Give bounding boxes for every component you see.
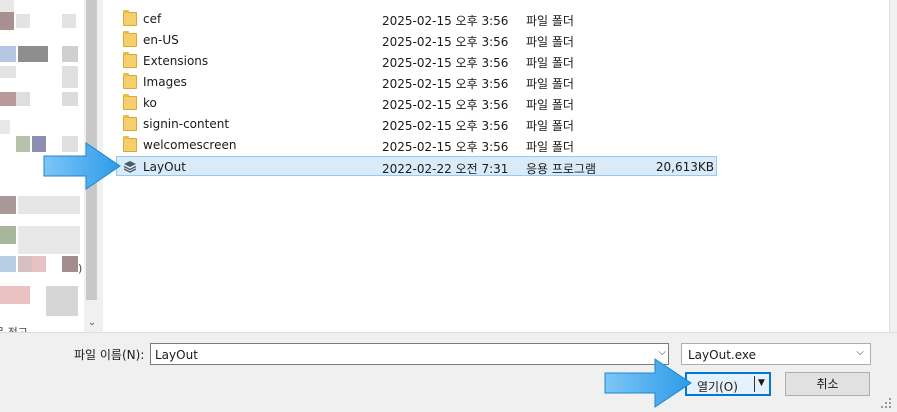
file-date: 2025-02-15 오후 3:56 [382,98,509,112]
file-date: 2022-02-22 오전 7:31 [382,162,509,176]
file-name: ko [143,96,157,110]
file-date: 2025-02-15 오후 3:56 [382,56,509,70]
blurred-nav-item [18,226,80,254]
blurred-nav-item [16,14,30,28]
folder-icon [123,136,137,152]
file-name: signin-content [143,117,230,131]
chevron-down-icon[interactable]: ⌵ [856,347,864,358]
folder-icon [123,115,137,131]
file-type: 파일 폴더 [526,98,574,112]
file-row-welcomescreen[interactable]: welcomescreen 2025-02-15 오후 3:56 파일 폴더 [117,135,717,155]
blurred-nav-item [46,286,78,316]
file-date: 2025-02-15 오후 3:56 [382,14,509,28]
blurred-nav-item [0,226,16,244]
file-type: 파일 폴더 [526,56,574,70]
nav-text-fragment: 문 정고 [0,324,28,332]
file-name: en-US [143,33,179,47]
file-row-extensions[interactable]: Extensions 2025-02-15 오후 3:56 파일 폴더 [117,51,717,71]
folder-icon [123,10,137,26]
scroll-down-arrow-icon[interactable]: ⌄ [84,314,100,332]
file-row-en-us[interactable]: en-US 2025-02-15 오후 3:56 파일 폴더 [117,30,717,50]
blurred-nav-item [32,256,46,272]
file-type: 파일 폴더 [526,14,574,28]
blurred-nav-item [16,136,30,152]
file-row-signin-content[interactable]: signin-content 2025-02-15 오후 3:56 파일 폴더 [117,114,717,134]
blurred-nav-item [0,286,30,304]
blurred-nav-item [16,92,30,106]
file-row-layout[interactable]: LayOut 2022-02-22 오전 7:31 응용 프로그램 20,613… [116,156,717,176]
file-row-ko[interactable]: ko 2025-02-15 오후 3:56 파일 폴더 [117,93,717,113]
blurred-nav-item [0,92,16,106]
file-list[interactable]: cef 2025-02-15 오후 3:56 파일 폴더 en-US 2025-… [103,0,889,332]
blurred-nav-item [62,46,78,62]
file-type: 응용 프로그램 [526,162,597,176]
filename-input[interactable]: LayOut ⌵ [150,343,669,365]
file-date: 2025-02-15 오후 3:56 [382,140,509,154]
blurred-nav-item [0,120,10,134]
file-date: 2025-02-15 오후 3:56 [382,77,509,91]
blurred-nav-item [18,256,32,272]
blurred-nav-item [62,14,76,28]
folder-icon [123,73,137,89]
file-name: LayOut [143,160,186,174]
file-name: Extensions [143,54,209,68]
folder-icon [123,31,137,47]
blurred-nav-item [0,66,16,78]
file-type: 파일 폴더 [526,77,574,91]
open-button-label: 열기(O) [697,380,738,394]
split-divider [754,376,755,392]
blurred-nav-item [62,256,78,272]
blurred-nav-item [18,46,48,62]
file-row-images[interactable]: Images 2025-02-15 오후 3:56 파일 폴더 [117,72,717,92]
folder-icon [123,52,137,68]
cancel-button[interactable]: 취소 [785,372,870,396]
filetype-select[interactable]: LayOut.exe ⌵ [681,343,871,365]
blurred-nav-item [62,66,78,88]
file-type: 파일 폴더 [526,140,574,154]
blurred-nav-item [0,196,16,214]
annotation-arrow-icon [604,358,692,408]
file-name: cef [143,12,162,26]
file-type: 파일 폴더 [526,35,574,49]
resize-grip-icon[interactable] [879,396,893,410]
filetype-value: LayOut.exe [688,348,756,362]
dropdown-arrow-icon[interactable]: ▼ [758,378,765,388]
blurred-nav-item [0,46,16,62]
blurred-nav-item [62,92,78,106]
folder-icon [123,94,137,110]
file-row-cef[interactable]: cef 2025-02-15 오후 3:56 파일 폴더 [117,9,717,29]
blurred-nav-item [0,12,14,30]
blurred-nav-item [0,256,16,272]
file-date: 2025-02-15 오후 3:56 [382,119,509,133]
nav-text-fragment: ) [78,262,83,275]
blurred-nav-item [18,196,80,214]
file-name: Images [143,75,187,89]
filename-label: 파일 이름(N): [74,348,145,362]
file-name: welcomescreen [143,138,237,152]
file-type: 파일 폴더 [526,119,574,133]
filename-value: LayOut [155,348,198,362]
annotation-arrow-icon [43,142,121,190]
file-list-scrollbar[interactable] [889,0,897,332]
file-size: 20,613KB [655,160,714,174]
open-button[interactable]: 열기(O) ▼ [685,372,771,396]
layout-app-icon [123,160,137,174]
file-date: 2025-02-15 오후 3:56 [382,35,509,49]
